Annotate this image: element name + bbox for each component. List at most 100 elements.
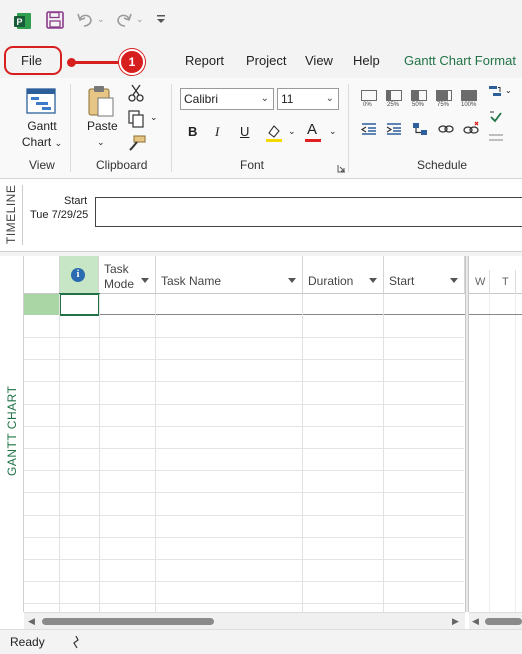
scroll-left-icon[interactable]: ◀ [472, 616, 479, 627]
scrollbar-thumb[interactable] [42, 618, 214, 625]
font-size-select[interactable]: 11 ⌄ [277, 88, 339, 110]
timescale-day: W [475, 276, 486, 288]
column-indicators[interactable]: i [60, 256, 99, 294]
timeline-pane: TIMELINE Start Tue 7/29/25 [0, 179, 522, 252]
highlight-color-icon[interactable] [265, 123, 283, 146]
table-row-line [24, 359, 464, 360]
table-row-line [24, 603, 464, 604]
format-painter-icon[interactable] [128, 135, 146, 154]
font-color-dropdown-icon[interactable]: ⌄ [329, 126, 337, 137]
new-tasks-mode-icon[interactable] [72, 635, 80, 652]
outdent-icon[interactable] [360, 122, 378, 139]
tab-project[interactable]: Project [246, 53, 286, 68]
table-row-line [24, 559, 464, 560]
grid-column-line [155, 294, 156, 612]
scrollbar-thumb[interactable] [485, 618, 522, 625]
bold-button[interactable]: B [188, 124, 197, 139]
timeline-bar[interactable] [95, 197, 522, 227]
chevron-down-icon[interactable] [141, 278, 149, 283]
timeline-start-label: Start [64, 195, 88, 207]
scroll-left-icon[interactable]: ◀ [28, 616, 35, 627]
schedule-group: 0% 25% 50% 75% 100% ⌄ Schedule [349, 78, 522, 178]
percent-label: 75% [437, 102, 450, 108]
italic-button[interactable]: I [215, 124, 219, 140]
timescale-header[interactable]: W T [469, 256, 522, 294]
project-app-icon: P [13, 11, 33, 34]
percent-label: 100% [461, 102, 477, 108]
unlink-tasks-icon[interactable] [462, 121, 480, 140]
progress-box-icon [386, 90, 402, 101]
progress-box-icon [361, 90, 377, 101]
scroll-right-icon[interactable]: ▶ [452, 616, 459, 627]
ribbon-tabs: File Report Project View Help Gantt Char… [0, 42, 522, 78]
timescale-divider [489, 270, 490, 294]
progress-box-icon [461, 90, 477, 101]
schedule-group-label: Schedule [417, 158, 468, 172]
pane-splitter[interactable] [465, 256, 469, 612]
customize-qat-icon[interactable] [156, 13, 166, 28]
grid-column-line [99, 294, 100, 612]
respect-links-dropdown-icon[interactable]: ⌄ [505, 86, 512, 95]
chevron-down-icon: ⌄ [325, 93, 334, 104]
duration-header: Duration [308, 274, 354, 288]
save-icon[interactable] [46, 11, 64, 32]
task-row-icon[interactable] [488, 132, 504, 146]
table-row-line [24, 448, 464, 449]
paste-button[interactable]: Paste [87, 119, 118, 133]
view-group: Gantt Chart ⌄ View [0, 78, 70, 178]
cut-icon[interactable] [128, 84, 144, 105]
chevron-down-icon[interactable] [369, 278, 377, 283]
undo-icon[interactable] [76, 11, 94, 32]
column-start[interactable]: Start [384, 256, 465, 294]
tab-gantt-chart-format[interactable]: Gantt Chart Format [404, 53, 516, 68]
table-row-line [24, 381, 464, 382]
chevron-down-icon: ⌄ [260, 93, 269, 104]
gantt-gridline [515, 294, 516, 612]
timeline-divider [22, 185, 23, 245]
copy-icon[interactable] [128, 110, 144, 131]
chart-scrollbar[interactable]: ◀ [469, 612, 522, 629]
row-header-corner[interactable] [24, 256, 60, 294]
inactivate-icon[interactable] [488, 110, 504, 127]
highlight-dropdown-icon[interactable]: ⌄ [288, 126, 296, 137]
paste-dropdown-icon[interactable]: ⌄ [97, 137, 105, 148]
tab-help[interactable]: Help [353, 53, 380, 68]
font-dialog-launcher-icon[interactable] [337, 162, 346, 176]
percent-label: 0% [363, 102, 372, 108]
chevron-down-icon[interactable] [288, 278, 296, 283]
chevron-down-icon[interactable] [450, 278, 458, 283]
table-row-line [24, 470, 464, 471]
undo-dropdown-icon[interactable]: ⌄ [97, 14, 105, 25]
gantt-chart-label-line2: Chart [21, 135, 52, 149]
callout-line [72, 61, 122, 64]
tab-view[interactable]: View [305, 53, 333, 68]
callout-number-badge: 1 [119, 49, 145, 75]
split-task-icon[interactable] [437, 122, 455, 139]
tab-report[interactable]: Report [185, 53, 224, 68]
grid-column-line [383, 294, 384, 612]
gantt-gridline [489, 294, 490, 612]
table-scrollbar[interactable]: ◀ ▶ [24, 612, 465, 629]
copy-dropdown-icon[interactable]: ⌄ [150, 112, 158, 123]
start-header: Start [389, 274, 415, 288]
info-icon: i [71, 268, 85, 282]
active-cell[interactable] [59, 293, 100, 316]
paste-icon [87, 84, 115, 121]
respect-links-icon[interactable] [487, 84, 503, 103]
link-tasks-icon[interactable] [411, 121, 429, 140]
font-name-select[interactable]: Calibri ⌄ [180, 88, 274, 110]
view-group-label: View [29, 158, 55, 172]
column-task-mode[interactable]: Task Mode [99, 256, 156, 294]
indent-icon[interactable] [385, 122, 403, 139]
task-mode-line1: Task [104, 262, 129, 276]
table-row[interactable] [60, 294, 465, 315]
font-color-swatch [305, 139, 321, 142]
column-duration[interactable]: Duration [303, 256, 384, 294]
chevron-down-icon: ⌄ [54, 138, 63, 148]
redo-icon[interactable] [115, 11, 133, 32]
column-task-name[interactable]: Task Name [156, 256, 303, 294]
font-color-button[interactable]: A [307, 121, 317, 138]
row-header-selected[interactable] [24, 294, 60, 315]
redo-dropdown-icon[interactable]: ⌄ [136, 14, 144, 25]
underline-button[interactable]: U [240, 124, 249, 139]
